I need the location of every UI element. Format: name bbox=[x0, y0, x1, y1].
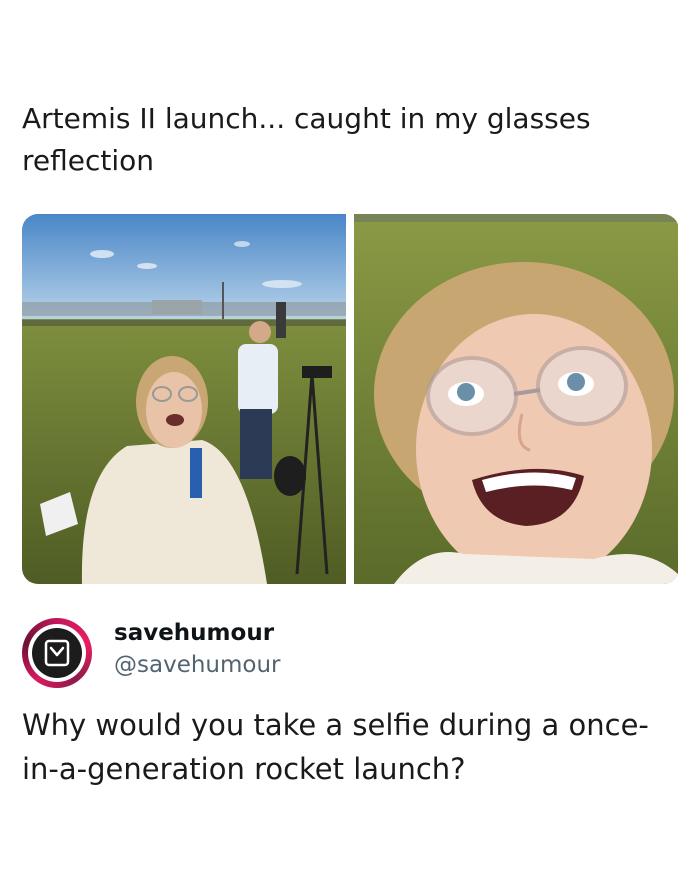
avatar[interactable] bbox=[22, 618, 92, 688]
author-name[interactable]: savehumour bbox=[114, 620, 274, 646]
photo-right[interactable] bbox=[354, 214, 678, 584]
tweet-text: Why would you take a selfie during a onc… bbox=[22, 708, 649, 786]
avatar-ring bbox=[28, 624, 86, 682]
post-caption: Artemis II launch... caught in my glasse… bbox=[22, 102, 591, 177]
closeup-selfie-glasses-photo bbox=[354, 214, 678, 584]
author-block: savehumour @savehumour bbox=[22, 618, 422, 688]
photo-grid bbox=[22, 214, 679, 584]
photo-left[interactable] bbox=[22, 214, 346, 584]
bookmark-icon bbox=[44, 639, 70, 667]
selfie-with-crowd-photo bbox=[22, 214, 346, 584]
avatar-core bbox=[32, 628, 82, 678]
author-handle[interactable]: @savehumour bbox=[114, 652, 281, 678]
